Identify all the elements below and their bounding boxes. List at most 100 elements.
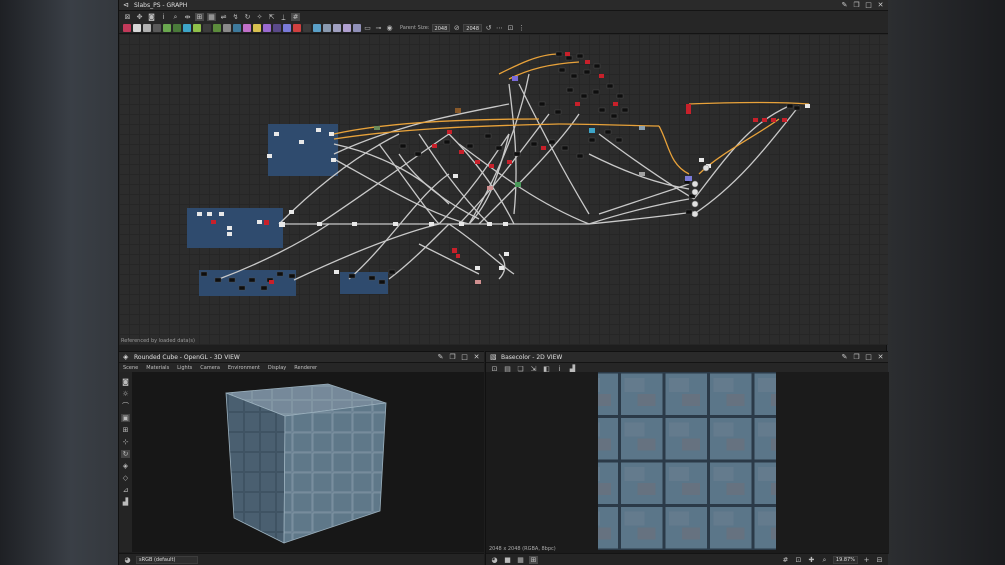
node-chip-levels[interactable] xyxy=(143,23,151,32)
cube-icon[interactable]: ◈ xyxy=(121,462,130,470)
node-chip-emboss[interactable] xyxy=(273,23,281,32)
node-chip-warp[interactable] xyxy=(163,23,171,32)
menu-camera[interactable]: Camera xyxy=(200,365,220,371)
parent-size-select[interactable]: 2048 xyxy=(431,23,451,32)
screenshot-icon[interactable]: ▣ xyxy=(121,414,130,422)
texture-info: 2048 x 2048 (RGBA, 8bpc) xyxy=(489,546,556,552)
black-bg-icon[interactable]: ■ xyxy=(503,556,512,564)
node-share-icon[interactable]: ⋮ xyxy=(517,24,526,32)
frame-icon[interactable]: ⊠ xyxy=(123,13,132,21)
node-lock-icon[interactable]: ⊡ xyxy=(506,24,515,32)
light-icon[interactable]: ☼ xyxy=(121,390,130,398)
view3d-titlebar: ◈ Rounded Cube - OpenGL - 3D VIEW ✎ ❐ □ … xyxy=(119,352,484,363)
menu-display[interactable]: Display xyxy=(268,365,286,371)
colorspace-icon[interactable]: ◕ xyxy=(490,556,499,564)
node-chip-fn[interactable] xyxy=(333,23,341,32)
tile-icon[interactable]: ⊞ xyxy=(529,555,538,564)
node-chip-sharpen[interactable] xyxy=(283,23,291,32)
node-chip-frame[interactable] xyxy=(353,23,361,32)
node-chip-shape[interactable] xyxy=(223,23,231,32)
close-icon[interactable]: ✕ xyxy=(473,353,480,361)
view3d-panel: ◈ Rounded Cube - OpenGL - 3D VIEW ✎ ❐ □ … xyxy=(119,351,484,565)
plane-icon[interactable]: ◇ xyxy=(121,474,130,482)
viewport-2d[interactable] xyxy=(486,372,889,554)
reset-icon[interactable]: ↺ xyxy=(484,24,493,32)
arrange-icon[interactable]: ⇹ xyxy=(183,13,192,21)
restore-icon[interactable]: ❐ xyxy=(853,353,860,361)
histogram-icon[interactable]: ▟ xyxy=(121,498,130,506)
zoom-level[interactable]: 19.87% xyxy=(832,555,858,564)
menu-renderer[interactable]: Renderer xyxy=(294,365,317,371)
node-chip-blur[interactable] xyxy=(173,23,181,32)
crosshair-icon[interactable]: ✚ xyxy=(807,556,816,564)
align-icon[interactable]: ⊞ xyxy=(195,12,204,21)
color-space-select[interactable]: sRGB (default) xyxy=(136,555,198,564)
node-chip-uniform[interactable] xyxy=(133,23,141,32)
node-chip-text[interactable] xyxy=(253,23,261,32)
node-chip-normal[interactable] xyxy=(183,23,191,32)
dots-icon[interactable]: ⋯ xyxy=(495,24,504,32)
grid-icon[interactable]: ⊞ xyxy=(121,426,130,434)
view3d-bottombar: ◕ sRGB (default) xyxy=(119,553,484,565)
maximize-icon[interactable]: □ xyxy=(865,353,872,361)
camera-icon[interactable]: ◙ xyxy=(121,378,130,386)
pin-icon[interactable]: ✎ xyxy=(841,1,848,9)
close-icon[interactable]: ✕ xyxy=(877,1,884,9)
node-chip-pixel[interactable] xyxy=(213,23,221,32)
refresh-icon[interactable]: ↻ xyxy=(243,13,252,21)
info-icon[interactable]: i xyxy=(159,13,168,21)
node-chip-edge[interactable] xyxy=(293,23,301,32)
axis-icon[interactable]: ⊹ xyxy=(121,438,130,446)
maximize-icon[interactable]: □ xyxy=(461,353,468,361)
eye-icon[interactable]: ◉ xyxy=(385,24,394,32)
menu-scene[interactable]: Scene xyxy=(123,365,138,371)
node-chip-blend[interactable] xyxy=(123,23,131,32)
node-chip-tile[interactable] xyxy=(233,23,241,32)
export-icon[interactable]: ⇱ xyxy=(267,13,276,21)
tiling-icon[interactable]: ⊡ xyxy=(794,556,803,564)
frame-group-top[interactable] xyxy=(268,124,338,176)
grid-icon[interactable]: # xyxy=(781,556,790,564)
node-chip-gradient[interactable] xyxy=(243,23,251,32)
node-chip-curve[interactable] xyxy=(193,23,201,32)
node-chip-hsl[interactable] xyxy=(263,23,271,32)
zoom-in-icon[interactable]: + xyxy=(862,556,871,564)
close-icon[interactable]: ✕ xyxy=(877,353,884,361)
link-size-icon[interactable]: ⊘ xyxy=(452,24,461,32)
node-chip-transform[interactable] xyxy=(153,23,161,32)
comment-icon[interactable]: ▭ xyxy=(363,24,372,32)
graph-canvas[interactable]: Referenced by loaded data(s) xyxy=(119,34,888,345)
node-chip-in[interactable] xyxy=(323,23,331,32)
curve-icon[interactable]: ↯ xyxy=(231,13,240,21)
tangent-icon[interactable]: ⊿ xyxy=(121,486,130,494)
viewport-3d[interactable] xyxy=(132,372,484,552)
size-select[interactable]: 2048 xyxy=(463,23,483,32)
zoom-icon[interactable]: ⌕ xyxy=(820,556,829,564)
node-chip-dir[interactable] xyxy=(303,23,311,32)
camera-icon[interactable]: ◙ xyxy=(147,13,156,21)
layout-icon[interactable]: ▦ xyxy=(207,12,216,21)
lock-icon[interactable]: ⊟ xyxy=(875,556,884,564)
node-chip-value[interactable] xyxy=(343,23,351,32)
menu-materials[interactable]: Materials xyxy=(146,365,169,371)
zoom-icon[interactable]: ⌕ xyxy=(171,13,180,21)
pin-icon[interactable]: ✎ xyxy=(437,353,444,361)
checker-icon[interactable]: ▦ xyxy=(516,556,525,564)
node-chip-fxmap[interactable] xyxy=(203,23,211,32)
move-icon[interactable]: ✥ xyxy=(135,13,144,21)
menu-lights[interactable]: Lights xyxy=(177,365,192,371)
maximize-icon[interactable]: □ xyxy=(865,1,872,9)
graph-status-text: Referenced by loaded data(s) xyxy=(121,338,195,344)
pin-icon[interactable]: ✎ xyxy=(841,353,848,361)
menu-environment[interactable]: Environment xyxy=(228,365,260,371)
grid-icon[interactable]: # xyxy=(291,12,300,21)
publish-icon[interactable]: ⍊ xyxy=(279,13,288,21)
env-icon[interactable]: ⌒ xyxy=(121,402,130,410)
restore-icon[interactable]: ❐ xyxy=(853,1,860,9)
rotate-icon[interactable]: ↻ xyxy=(121,450,130,458)
link-icon[interactable]: ⇌ xyxy=(219,13,228,21)
restore-icon[interactable]: ❐ xyxy=(449,353,456,361)
pin-node-icon[interactable]: ⊸ xyxy=(374,24,383,32)
node-chip-out[interactable] xyxy=(313,23,321,32)
wand-icon[interactable]: ✧ xyxy=(255,13,264,21)
